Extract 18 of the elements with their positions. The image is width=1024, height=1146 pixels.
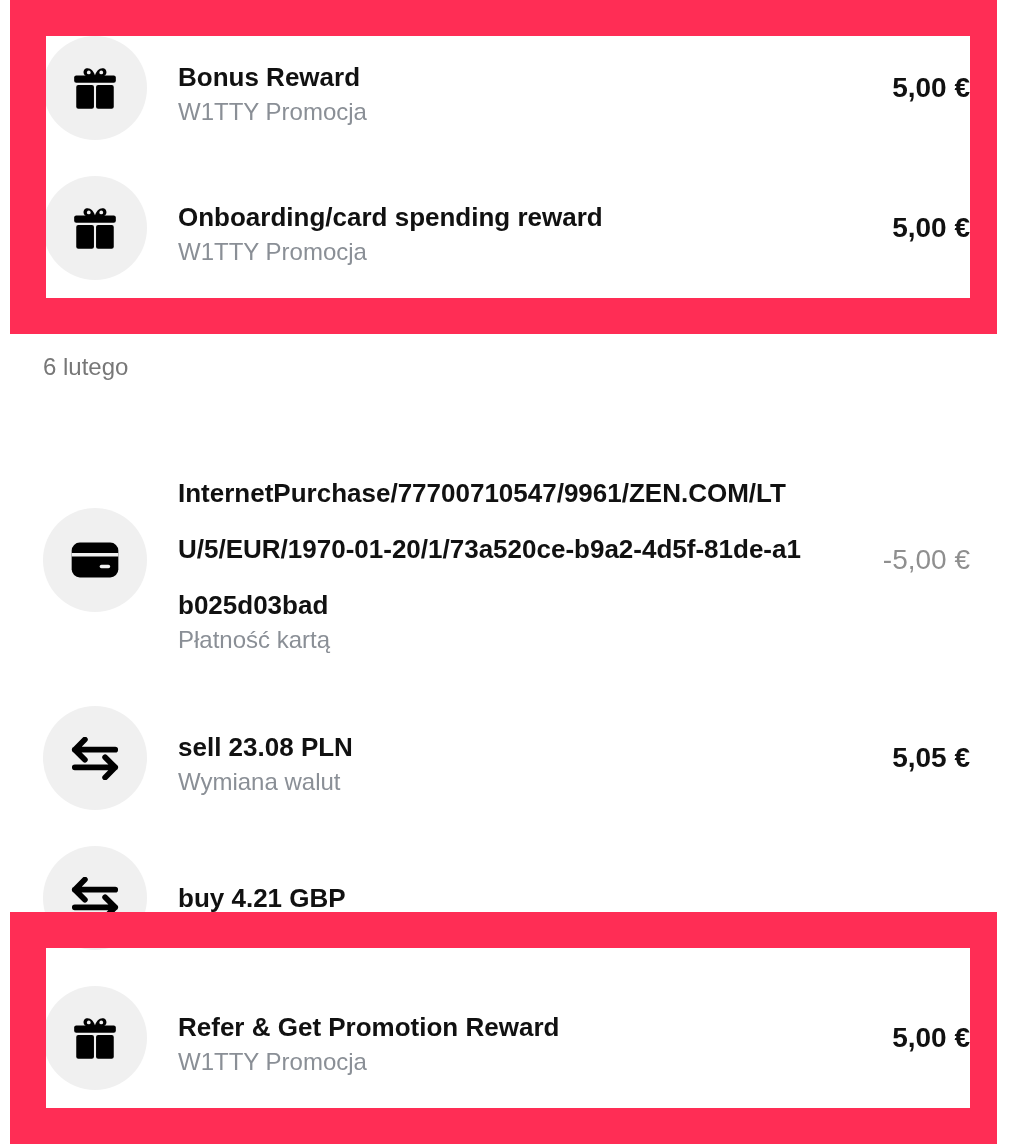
transaction-type: Wymiana walut: [178, 767, 342, 797]
transaction-title: Onboarding/card spending reward: [178, 201, 604, 234]
date-heading: 6 lutego: [42, 352, 130, 382]
transaction-amount: -5,00 €: [882, 544, 970, 576]
transaction-amount: 5,00 €: [892, 72, 970, 104]
transaction-type: W1TTY Promocja: [178, 97, 368, 127]
transaction-title: Bonus Reward: [178, 61, 362, 94]
transaction-title: sell 23.08 PLN: [178, 731, 354, 764]
transaction-amount: 5,00 €: [892, 1022, 970, 1054]
transaction-title: InternetPurchase/77700710547/9961/ZEN.COM/LTU/5/EUR/1970-01-20/1/73a520ce-b9a2-4d5f-81de-a1b025d03bad: [178, 477, 802, 622]
transaction-amount: 5,05 €: [892, 742, 970, 774]
transaction-type: Płatność kartą: [178, 625, 332, 655]
transaction-amount: 5,00 €: [892, 212, 970, 244]
transaction-type: W1TTY Promocja: [178, 237, 368, 267]
transaction-title: buy 4.21 GBP: [178, 882, 347, 915]
transaction-title: Refer & Get Promotion Reward: [178, 1011, 561, 1044]
transaction-type: W1TTY Promocja: [178, 1047, 368, 1077]
exchange-arrows-icon: [71, 736, 119, 780]
